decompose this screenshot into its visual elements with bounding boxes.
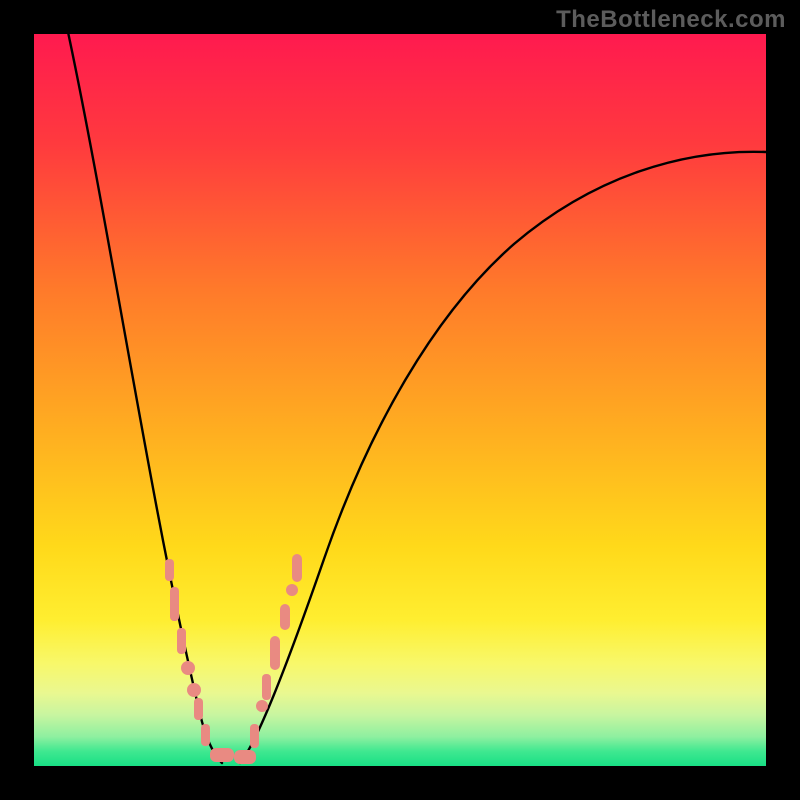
- curve-left: [68, 34, 222, 763]
- beads-right: [250, 554, 302, 748]
- beads-bottom: [234, 750, 256, 764]
- plot-area: [34, 34, 766, 766]
- chart-frame: TheBottleneck.com: [0, 0, 800, 800]
- beads-left: [165, 559, 234, 762]
- curve-right: [240, 152, 766, 763]
- bottleneck-curve: [34, 34, 766, 766]
- watermark: TheBottleneck.com: [556, 6, 786, 34]
